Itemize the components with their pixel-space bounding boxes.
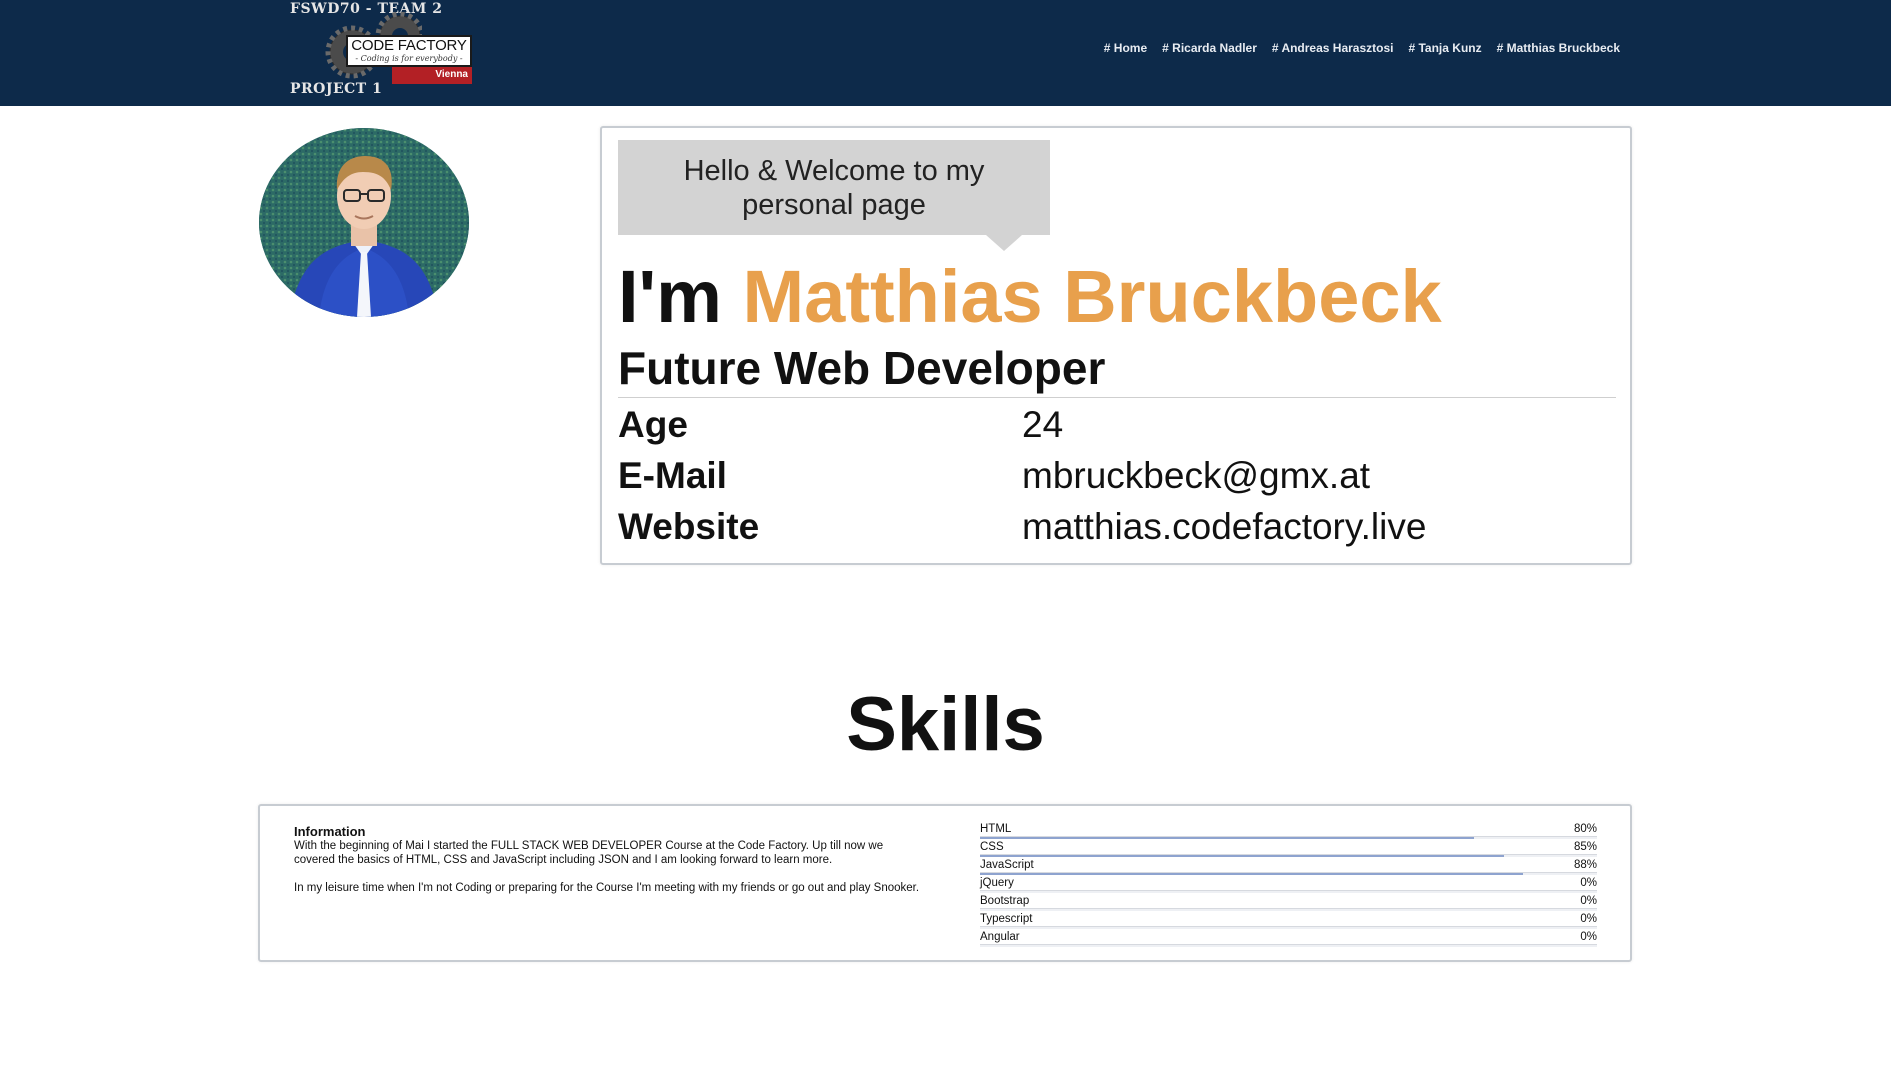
skills-heading: Skills bbox=[846, 682, 1045, 767]
greeting-text: I'm bbox=[618, 255, 722, 338]
skill-name: CSS bbox=[980, 841, 1004, 853]
email-value[interactable]: mbruckbeck@gmx.at bbox=[1022, 451, 1370, 501]
profile-card: Hello & Welcome to my personal page I'm … bbox=[600, 126, 1632, 565]
profile-avatar bbox=[259, 128, 469, 317]
skill-progress-bar bbox=[980, 944, 1597, 947]
detail-row-website: Website matthias.codefactory.live bbox=[618, 502, 1616, 552]
skill-percent: 85% bbox=[1573, 841, 1597, 853]
detail-value: 24 bbox=[1022, 404, 1064, 445]
nav-link-andreas-harasztosi[interactable]: # Andreas Harasztosi bbox=[1272, 41, 1394, 55]
website-value[interactable]: matthias.codefactory.live bbox=[1022, 502, 1426, 552]
skill-name: Typescript bbox=[980, 913, 1033, 925]
skill-progress-bar bbox=[980, 872, 1597, 875]
skill-progress-fill bbox=[980, 855, 1505, 857]
information-paragraph: In my leisure time when I'm not Coding o… bbox=[294, 882, 920, 894]
nav-link-ricarda-nadler[interactable]: # Ricarda Nadler bbox=[1162, 41, 1257, 55]
logo-city-bar: Vienna bbox=[392, 67, 472, 84]
skill-row: jQuery 0% bbox=[980, 876, 1597, 894]
skill-percent: 0% bbox=[1580, 931, 1597, 943]
skill-progress-bar bbox=[980, 908, 1597, 911]
detail-row-email: E-Mail mbruckbeck@gmx.at bbox=[618, 451, 1616, 501]
skill-row: Typescript 0% bbox=[980, 912, 1597, 930]
skill-name: Angular bbox=[980, 931, 1020, 943]
skill-percent: 80% bbox=[1573, 823, 1597, 835]
welcome-line-2: personal page bbox=[742, 189, 926, 221]
welcome-bubble: Hello & Welcome to my personal page bbox=[618, 140, 1050, 235]
logo-subtitle: - Coding is for everybody - bbox=[355, 54, 463, 63]
information-block: Information With the beginning of Mai I … bbox=[294, 824, 924, 909]
bubble-arrow bbox=[986, 235, 1022, 251]
skill-progress-bar bbox=[980, 854, 1597, 857]
logo-title: CODE FACTORY bbox=[351, 37, 467, 54]
detail-label: Age bbox=[618, 404, 688, 445]
skills-card: Information With the beginning of Mai I … bbox=[258, 804, 1632, 962]
logo-project-text: PROJECT 1 bbox=[290, 81, 383, 97]
skill-percent: 0% bbox=[1580, 895, 1597, 907]
detail-row-age: Age 24 bbox=[618, 400, 1616, 450]
skill-progress-fill bbox=[980, 837, 1474, 839]
skill-name: Bootstrap bbox=[980, 895, 1030, 907]
skill-progress-bar bbox=[980, 890, 1597, 893]
nav-link-tanja-kunz[interactable]: # Tanja Kunz bbox=[1408, 41, 1481, 55]
profile-title: Future Web Developer bbox=[618, 342, 1106, 394]
skill-percent: 88% bbox=[1573, 859, 1597, 871]
site-header: FSWD70 - TEAM 2 CODE FACTORY - Coding is… bbox=[0, 0, 1891, 106]
skill-row: JavaScript 88% bbox=[980, 858, 1597, 876]
code-factory-logo[interactable]: FSWD70 - TEAM 2 CODE FACTORY - Coding is… bbox=[288, 0, 488, 104]
skill-percent: 0% bbox=[1580, 913, 1597, 925]
main-nav: # Home # Ricarda Nadler # Andreas Harasz… bbox=[1104, 41, 1620, 55]
skill-percent: 0% bbox=[1580, 877, 1597, 889]
welcome-line-1: Hello & Welcome to my bbox=[683, 155, 985, 187]
skill-row: CSS 85% bbox=[980, 840, 1597, 858]
information-heading: Information bbox=[294, 824, 366, 839]
profile-divider bbox=[618, 397, 1616, 398]
logo-card: CODE FACTORY - Coding is for everybody - bbox=[346, 35, 472, 67]
profile-headline: I'm Matthias Bruckbeck bbox=[618, 252, 1442, 342]
nav-link-home[interactable]: # Home bbox=[1104, 41, 1147, 55]
profile-photo bbox=[259, 128, 469, 317]
skill-name: HTML bbox=[980, 823, 1012, 835]
skill-row: Angular 0% bbox=[980, 930, 1597, 948]
information-paragraph: With the beginning of Mai I started the … bbox=[294, 840, 884, 866]
skill-list: HTML 80% CSS 85% JavaScript 88% jQuery 0… bbox=[980, 822, 1597, 948]
nav-link-matthias-bruckbeck[interactable]: # Matthias Bruckbeck bbox=[1497, 41, 1620, 55]
skill-name: jQuery bbox=[980, 877, 1014, 889]
skill-name: JavaScript bbox=[980, 859, 1034, 871]
profile-name: Matthias Bruckbeck bbox=[742, 255, 1442, 338]
skill-row: Bootstrap 0% bbox=[980, 894, 1597, 912]
skill-progress-bar bbox=[980, 836, 1597, 839]
detail-label: Website bbox=[618, 506, 760, 547]
skill-progress-fill bbox=[980, 873, 1523, 875]
detail-label: E-Mail bbox=[618, 455, 727, 496]
skill-row: HTML 80% bbox=[980, 822, 1597, 840]
skill-progress-bar bbox=[980, 926, 1597, 929]
